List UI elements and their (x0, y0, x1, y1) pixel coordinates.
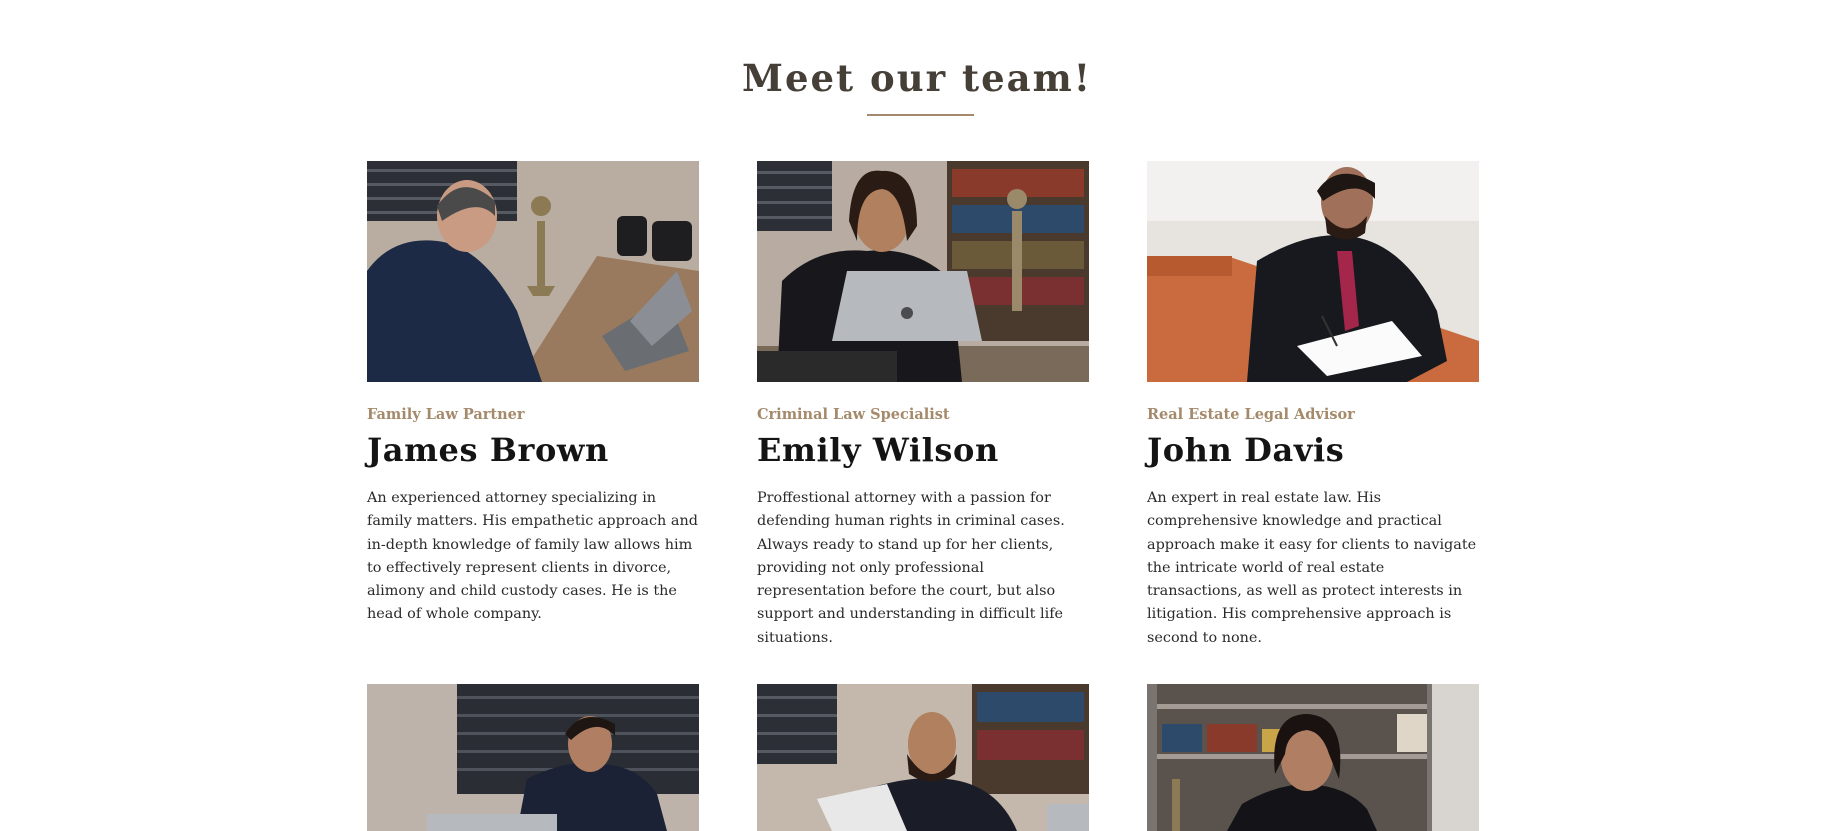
team-photo-4 (367, 684, 699, 831)
section-title: Meet our team! (742, 56, 1092, 100)
team-name: John Davis (1147, 431, 1345, 469)
team-role: Criminal Law Specialist (757, 406, 950, 423)
team-bio: An expert in real estate law. His compre… (1147, 490, 1477, 646)
team-card-james-brown: Family Law Partner James Brown An experi… (367, 161, 699, 631)
team-card-john-davis: Real Estate Legal Advisor John Davis An … (1147, 161, 1479, 646)
team-card-emily-wilson: Criminal Law Specialist Emily Wilson Pro… (757, 161, 1089, 646)
team-card-5 (757, 684, 1089, 831)
team-photo-john-davis (1147, 161, 1479, 382)
team-photo-emily-wilson (757, 161, 1089, 382)
title-underline (867, 114, 974, 116)
team-photo-5 (757, 684, 1089, 831)
team-role: Family Law Partner (367, 406, 525, 423)
team-role: Real Estate Legal Advisor (1147, 406, 1355, 423)
team-name: James Brown (367, 431, 609, 469)
team-photo-6 (1147, 684, 1479, 831)
team-bio: Proffestional attorney with a passion fo… (757, 490, 1065, 646)
team-name: Emily Wilson (757, 431, 999, 469)
team-section: Meet our team! Family Law Partner James … (0, 0, 1834, 831)
team-photo-james-brown (367, 161, 699, 382)
team-card-6 (1147, 684, 1479, 831)
team-card-4 (367, 684, 699, 831)
team-bio: An experienced attorney specializing in … (367, 490, 698, 623)
